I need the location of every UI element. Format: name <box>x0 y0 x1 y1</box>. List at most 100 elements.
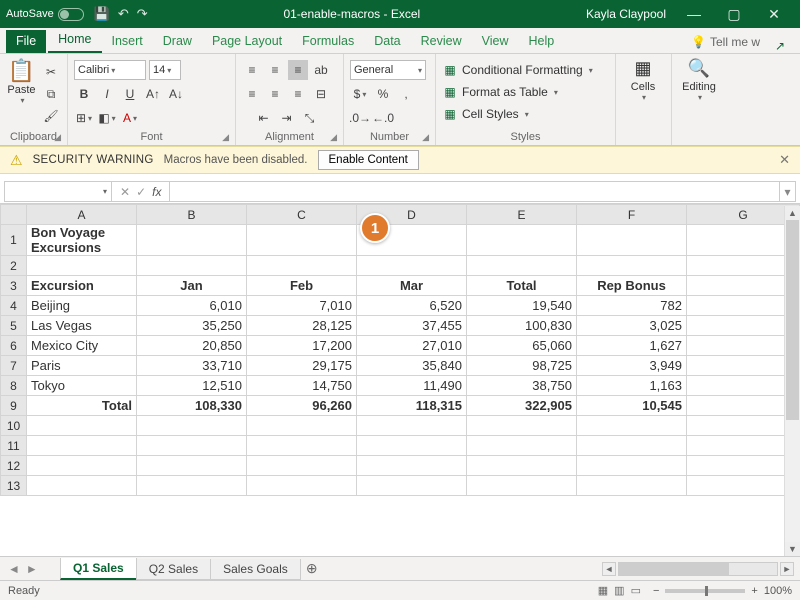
cell[interactable] <box>467 476 577 496</box>
comma-button[interactable]: , <box>396 84 416 104</box>
cell[interactable]: Bon Voyage Excursions <box>27 225 137 256</box>
cell[interactable]: 33,710 <box>137 356 247 376</box>
cell-styles-button[interactable]: ▦Cell Styles▾ <box>442 104 529 124</box>
cell[interactable]: 28,125 <box>247 316 357 336</box>
cell[interactable]: 11,490 <box>357 376 467 396</box>
chevron-down-icon[interactable]: ▾ <box>103 187 107 196</box>
col-header[interactable]: A <box>27 205 137 225</box>
cell[interactable]: 19,540 <box>467 296 577 316</box>
increase-decimal-button[interactable]: .0→ <box>350 108 370 128</box>
paste-button[interactable]: 📋 Paste ▾ <box>6 58 37 130</box>
decrease-decimal-button[interactable]: ←.0 <box>373 108 393 128</box>
page-break-view-icon[interactable]: ▭ <box>631 584 641 597</box>
tab-view[interactable]: View <box>472 30 519 53</box>
save-icon[interactable]: 💾 <box>94 6 110 22</box>
row-header[interactable]: 8 <box>1 376 27 396</box>
close-warning-button[interactable]: ✕ <box>779 152 790 168</box>
italic-button[interactable]: I <box>97 84 117 104</box>
sheet-nav-prev-icon[interactable]: ◄ <box>8 562 20 576</box>
cell[interactable] <box>687 276 800 296</box>
table-row[interactable]: 2 <box>1 256 800 276</box>
cell[interactable]: Excursion <box>27 276 137 296</box>
cell[interactable] <box>467 416 577 436</box>
copy-button[interactable]: ⧉ <box>41 84 61 104</box>
col-header[interactable]: G <box>687 205 800 225</box>
cell[interactable] <box>27 456 137 476</box>
col-header[interactable]: F <box>577 205 687 225</box>
cell[interactable] <box>577 256 687 276</box>
row-header[interactable]: 5 <box>1 316 27 336</box>
cell[interactable] <box>27 436 137 456</box>
cell[interactable]: Beijing <box>27 296 137 316</box>
cell[interactable] <box>357 476 467 496</box>
cell[interactable] <box>577 456 687 476</box>
scroll-down-icon[interactable]: ▼ <box>785 542 800 556</box>
row-header[interactable]: 10 <box>1 416 27 436</box>
table-row[interactable]: 9Total108,33096,260118,315322,90510,545 <box>1 396 800 416</box>
table-row[interactable]: 5Las Vegas35,25028,12537,455100,8303,025 <box>1 316 800 336</box>
cell[interactable]: 782 <box>577 296 687 316</box>
cell[interactable]: 12,510 <box>137 376 247 396</box>
redo-icon[interactable]: ↷ <box>137 6 148 22</box>
sheet-nav-next-icon[interactable]: ► <box>26 562 38 576</box>
orientation-button[interactable]: ⤡ <box>300 108 320 128</box>
font-size-select[interactable]: 14▾ <box>149 60 181 80</box>
cell[interactable]: 27,010 <box>357 336 467 356</box>
tell-me-search[interactable]: 💡Tell me w <box>685 31 766 53</box>
new-sheet-button[interactable]: ⊕ <box>300 560 324 577</box>
cell[interactable] <box>137 225 247 256</box>
accept-formula-icon[interactable]: ✓ <box>136 185 146 199</box>
vertical-scrollbar[interactable]: ▲ ▼ <box>784 206 800 556</box>
cell[interactable]: 1,627 <box>577 336 687 356</box>
cell[interactable] <box>137 416 247 436</box>
table-row[interactable]: 13 <box>1 476 800 496</box>
cell[interactable]: 7,010 <box>247 296 357 316</box>
cell[interactable]: 17,200 <box>247 336 357 356</box>
user-name[interactable]: Kayla Claypool <box>586 7 666 21</box>
scroll-thumb[interactable] <box>786 220 799 420</box>
cell[interactable] <box>687 476 800 496</box>
table-row[interactable]: 7Paris33,71029,17535,84098,7253,949 <box>1 356 800 376</box>
percent-button[interactable]: % <box>373 84 393 104</box>
cell[interactable]: 6,520 <box>357 296 467 316</box>
cell[interactable] <box>247 476 357 496</box>
cell[interactable] <box>467 225 577 256</box>
cell[interactable] <box>137 256 247 276</box>
table-row[interactable]: 4Beijing6,0107,0106,52019,540782 <box>1 296 800 316</box>
tab-home[interactable]: Home <box>48 28 101 53</box>
scroll-thumb[interactable] <box>619 563 729 575</box>
restore-button[interactable]: ▢ <box>714 6 754 23</box>
cell[interactable] <box>137 456 247 476</box>
zoom-slider[interactable] <box>665 589 745 593</box>
enable-content-button[interactable]: Enable Content <box>318 150 419 170</box>
cell[interactable] <box>687 376 800 396</box>
col-header[interactable]: C <box>247 205 357 225</box>
cell[interactable]: Jan <box>137 276 247 296</box>
cell[interactable]: 29,175 <box>247 356 357 376</box>
cell[interactable] <box>247 416 357 436</box>
row-header[interactable]: 13 <box>1 476 27 496</box>
cell[interactable]: 6,010 <box>137 296 247 316</box>
autosave-toggle[interactable]: AutoSave <box>6 8 84 21</box>
chevron-down-icon[interactable]: ▾ <box>8 96 37 105</box>
cell[interactable] <box>27 256 137 276</box>
cell[interactable] <box>687 225 800 256</box>
decrease-indent-button[interactable]: ⇤ <box>254 108 274 128</box>
cell[interactable]: 3,949 <box>577 356 687 376</box>
cell[interactable] <box>577 225 687 256</box>
row-header[interactable]: 7 <box>1 356 27 376</box>
table-row[interactable]: 3ExcursionJanFebMarTotalRep Bonus <box>1 276 800 296</box>
cell[interactable]: 96,260 <box>247 396 357 416</box>
cell[interactable] <box>687 396 800 416</box>
number-format-select[interactable]: General▾ <box>350 60 426 80</box>
decrease-font-button[interactable]: A↓ <box>166 84 186 104</box>
cell[interactable]: 38,750 <box>467 376 577 396</box>
cell[interactable] <box>27 416 137 436</box>
cell[interactable]: 35,250 <box>137 316 247 336</box>
underline-button[interactable]: U <box>120 84 140 104</box>
zoom-out-button[interactable]: − <box>653 585 659 597</box>
dialog-launcher-icon[interactable]: ◢ <box>422 132 429 143</box>
cell[interactable]: Mexico City <box>27 336 137 356</box>
cell[interactable] <box>247 256 357 276</box>
zoom-level[interactable]: 100% <box>764 585 792 597</box>
